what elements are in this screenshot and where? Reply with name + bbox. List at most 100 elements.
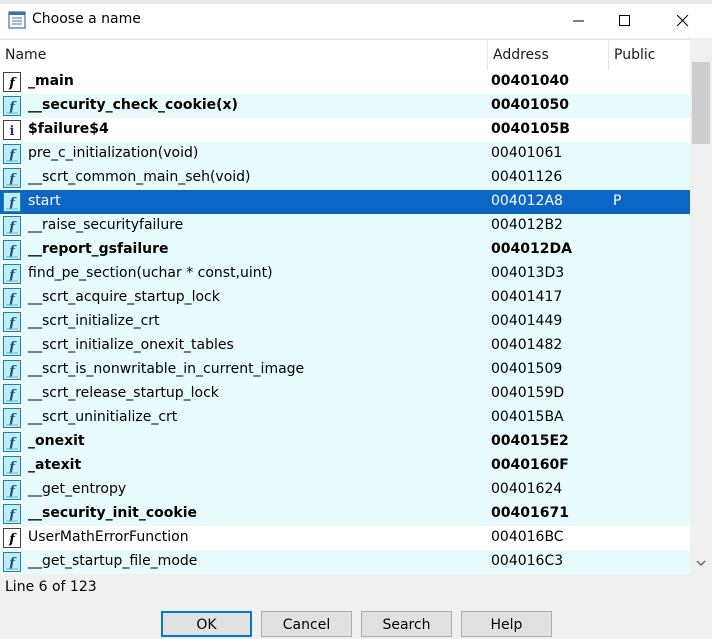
names-list[interactable]: f _main 00401040 f __security_check_cookie(x… xyxy=(0,70,690,574)
table-row[interactable]: f __get_entropy 00401624 xyxy=(0,478,690,502)
row-address: 00401050 xyxy=(491,97,569,113)
table-row[interactable]: f __raise_securityfailure 004012B2 xyxy=(0,214,690,238)
scrollbar-thumb[interactable] xyxy=(692,62,710,144)
app-icon xyxy=(8,11,26,29)
window-title: Choose a name xyxy=(32,11,141,27)
row-name: __scrt_common_main_seh(void) xyxy=(28,169,251,185)
cancel-button[interactable]: Cancel xyxy=(261,611,352,637)
search-button[interactable]: Search xyxy=(361,611,452,637)
column-header: Name Address Public xyxy=(0,39,690,71)
library-function-icon: f xyxy=(3,288,21,308)
function-icon: f xyxy=(3,72,21,92)
table-row[interactable]: f __scrt_initialize_crt 00401449 xyxy=(0,310,690,334)
row-address: 00401126 xyxy=(491,169,563,185)
row-address: 00401417 xyxy=(491,289,563,305)
table-row-selected[interactable]: f start 004012A8 P xyxy=(0,190,690,214)
table-row[interactable]: i $failure$4 0040105B xyxy=(0,118,690,142)
row-name: _main xyxy=(28,73,74,89)
table-row[interactable]: f __security_init_cookie 00401671 xyxy=(0,502,690,526)
library-function-icon: f xyxy=(3,216,21,236)
status-line: Line 6 of 123 xyxy=(5,579,97,595)
row-name: __scrt_initialize_onexit_tables xyxy=(28,337,234,353)
row-address: 00401040 xyxy=(491,73,569,89)
library-function-icon: f xyxy=(3,432,21,452)
table-row[interactable]: f __security_check_cookie(x) 00401050 xyxy=(0,94,690,118)
table-row[interactable]: f pre_c_initialization(void) 00401061 xyxy=(0,142,690,166)
table-row[interactable]: f __scrt_acquire_startup_lock 00401417 xyxy=(0,286,690,310)
row-address: 00401482 xyxy=(491,337,563,353)
minimize-button[interactable] xyxy=(556,4,602,38)
row-address: 0040105B xyxy=(491,121,570,137)
info-icon: i xyxy=(3,120,21,140)
row-address: 00401624 xyxy=(491,481,563,497)
function-icon: f xyxy=(3,528,21,548)
library-function-icon: f xyxy=(3,144,21,164)
row-public: P xyxy=(613,193,622,209)
library-function-icon: f xyxy=(3,504,21,524)
column-divider[interactable] xyxy=(608,40,609,70)
table-row[interactable]: f __scrt_initialize_onexit_tables 00401482 xyxy=(0,334,690,358)
table-row[interactable]: f __scrt_common_main_seh(void) 00401126 xyxy=(0,166,690,190)
library-function-icon: f xyxy=(3,312,21,332)
library-function-icon: f xyxy=(3,408,21,428)
row-name: pre_c_initialization(void) xyxy=(28,145,199,161)
row-name: find_pe_section(uchar * const,uint) xyxy=(28,265,273,281)
library-function-icon: f xyxy=(3,336,21,356)
row-name: __security_check_cookie(x) xyxy=(28,97,238,113)
row-name: __scrt_acquire_startup_lock xyxy=(28,289,220,305)
row-name: _atexit xyxy=(28,457,82,473)
table-row[interactable]: f _main 00401040 xyxy=(0,70,690,94)
row-address: 004013D3 xyxy=(491,265,565,281)
row-name: __scrt_is_nonwritable_in_current_image xyxy=(28,361,305,377)
row-name: __report_gsfailure xyxy=(28,241,169,257)
table-row[interactable]: f __scrt_release_startup_lock 0040159D xyxy=(0,382,690,406)
close-button[interactable] xyxy=(660,4,706,38)
row-address: 0040160F xyxy=(491,457,569,473)
column-header-address[interactable]: Address xyxy=(493,40,549,70)
column-divider[interactable] xyxy=(487,40,488,70)
library-function-icon: f xyxy=(3,240,21,260)
title-bar: Choose a name xyxy=(0,4,712,38)
table-row[interactable]: f _onexit 004015E2 xyxy=(0,430,690,454)
library-function-icon: f xyxy=(3,264,21,284)
row-name: __scrt_initialize_crt xyxy=(28,313,160,329)
library-function-icon: f xyxy=(3,480,21,500)
table-row[interactable]: f UserMathErrorFunction 004016BC xyxy=(0,526,690,550)
row-name: $failure$4 xyxy=(28,121,109,137)
row-address: 00401509 xyxy=(491,361,563,377)
table-row[interactable]: f __report_gsfailure 004012DA xyxy=(0,238,690,262)
table-row[interactable]: f __scrt_is_nonwritable_in_current_image 0… xyxy=(0,358,690,382)
table-row[interactable]: f __scrt_uninitialize_crt 004015BA xyxy=(0,406,690,430)
row-name: __scrt_release_startup_lock xyxy=(28,385,219,401)
row-address: 0040159D xyxy=(491,385,565,401)
library-function-icon: f xyxy=(3,96,21,116)
svg-text:i: i xyxy=(10,124,15,139)
row-address: 004015BA xyxy=(491,409,564,425)
row-address: 004015E2 xyxy=(491,433,569,449)
scroll-down-icon[interactable] xyxy=(696,559,706,567)
maximize-icon xyxy=(619,15,630,26)
column-header-name[interactable]: Name xyxy=(5,40,46,70)
row-name: __security_init_cookie xyxy=(28,505,198,521)
row-name: UserMathErrorFunction xyxy=(28,529,189,545)
row-address: 004012B2 xyxy=(491,217,563,233)
close-icon xyxy=(677,15,689,27)
library-function-icon: f xyxy=(3,168,21,188)
row-address: 00401061 xyxy=(491,145,563,161)
table-row[interactable]: f __get_startup_file_mode 004016C3 xyxy=(0,550,690,574)
row-name: __get_entropy xyxy=(28,481,127,497)
row-address: 00401449 xyxy=(491,313,563,329)
maximize-button[interactable] xyxy=(602,4,648,38)
ok-button[interactable]: OK xyxy=(161,611,252,637)
library-function-icon: f xyxy=(3,384,21,404)
library-function-icon: f xyxy=(3,456,21,476)
row-name: __get_startup_file_mode xyxy=(28,553,198,569)
table-row[interactable]: f _atexit 0040160F xyxy=(0,454,690,478)
row-name: _onexit xyxy=(28,433,85,449)
row-address: 00401671 xyxy=(491,505,569,521)
table-row[interactable]: f find_pe_section(uchar * const,uint) 0040… xyxy=(0,262,690,286)
column-header-public[interactable]: Public xyxy=(614,40,655,70)
help-button[interactable]: Help xyxy=(461,611,552,637)
row-name: __scrt_uninitialize_crt xyxy=(28,409,178,425)
minimize-icon xyxy=(573,20,584,22)
